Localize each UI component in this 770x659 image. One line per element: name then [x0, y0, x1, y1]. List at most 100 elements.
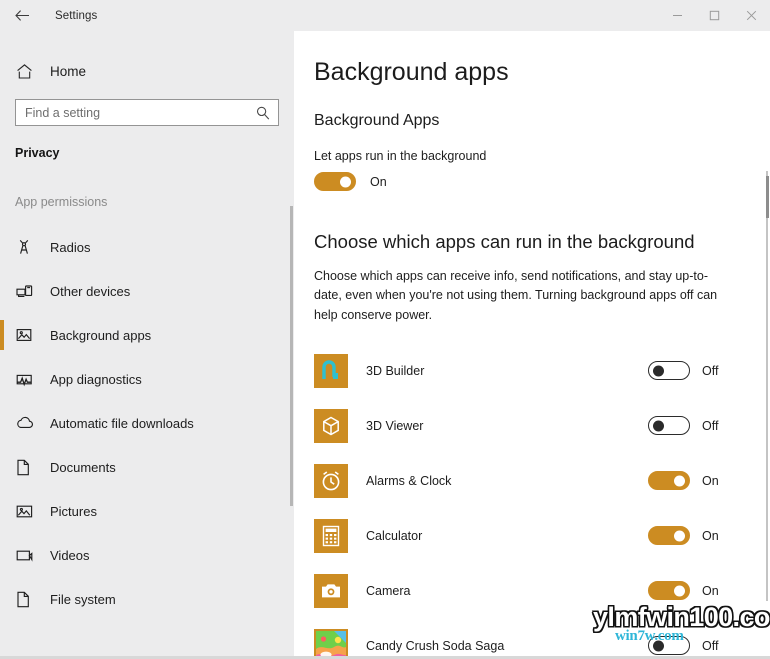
- app-toggle-state: On: [702, 583, 719, 598]
- search-box[interactable]: [15, 99, 279, 126]
- cloud-download-icon: [16, 416, 38, 430]
- alarms-clock-icon: [314, 463, 348, 498]
- window-title: Settings: [55, 9, 98, 22]
- home-label: Home: [50, 63, 87, 79]
- app-toggle-wrap: Off: [648, 361, 728, 381]
- app-toggle-wrap: Off: [648, 416, 728, 436]
- settings-window: Settings Home Find a setting Privacy App…: [0, 0, 770, 659]
- content-scrollbar-track-line: [766, 171, 768, 601]
- choose-apps-description: Choose which apps can receive info, send…: [314, 269, 718, 322]
- app-toggle[interactable]: [648, 581, 690, 601]
- window-controls: [659, 0, 770, 31]
- app-toggle-state: On: [702, 473, 719, 488]
- sidebar-item-file-system[interactable]: File system: [0, 577, 294, 621]
- content-pane: Background apps Background Apps Let apps…: [294, 31, 770, 659]
- app-name: Calculator: [366, 528, 423, 543]
- app-toggle[interactable]: [648, 526, 690, 546]
- sidebar-item-app-diagnostics[interactable]: App diagnostics: [0, 357, 294, 401]
- sidebar-item-background-apps[interactable]: Background apps: [0, 313, 294, 357]
- sidebar-item-label: App diagnostics: [50, 371, 142, 387]
- app-toggle[interactable]: [648, 636, 690, 656]
- sidebar-item-automatic-file-downloads[interactable]: Automatic file downloads: [0, 401, 294, 445]
- master-toggle-state: On: [370, 174, 387, 189]
- document-icon: [16, 459, 38, 476]
- app-toggle-wrap: Off: [648, 636, 728, 656]
- minimize-icon: [672, 10, 683, 21]
- sidebar-scrollbar-thumb[interactable]: [290, 206, 293, 506]
- toggle-knob: [340, 176, 351, 187]
- list-item: Candy Crush Soda Saga Off: [314, 618, 728, 659]
- 3d-builder-icon: [314, 353, 348, 388]
- sidebar-section-label: App permissions: [15, 195, 108, 209]
- sidebar-item-label: Pictures: [50, 503, 97, 519]
- app-toggle[interactable]: [648, 361, 690, 381]
- home-icon: [16, 63, 38, 80]
- back-arrow-icon: [14, 9, 30, 22]
- maximize-icon: [709, 10, 720, 21]
- toggle-knob: [653, 365, 664, 377]
- selection-indicator: [0, 320, 4, 350]
- content-inner: Background apps Background Apps Let apps…: [294, 58, 770, 659]
- sidebar-item-label: Other devices: [50, 283, 131, 299]
- sidebar-item-label: File system: [50, 591, 116, 607]
- radio-tower-icon: [16, 239, 38, 255]
- app-toggle[interactable]: [648, 416, 690, 436]
- back-button[interactable]: [0, 0, 44, 31]
- calculator-icon: [314, 518, 348, 553]
- sidebar-item-home[interactable]: Home: [0, 53, 294, 89]
- search-icon[interactable]: [256, 106, 270, 120]
- close-icon: [746, 10, 757, 21]
- list-item: Camera On: [314, 563, 728, 618]
- sidebar-item-radios[interactable]: Radios: [0, 225, 294, 269]
- candy-crush-soda-saga-icon: [314, 628, 348, 659]
- app-list: 3D Builder Off 3D Viewer Off Alarms & Cl…: [314, 343, 770, 659]
- sidebar-item-other-devices[interactable]: Other devices: [0, 269, 294, 313]
- other-devices-icon: [16, 283, 38, 299]
- list-item: 3D Viewer Off: [314, 398, 728, 453]
- video-icon: [16, 549, 38, 562]
- sidebar-item-pictures[interactable]: Pictures: [0, 489, 294, 533]
- app-toggle[interactable]: [648, 471, 690, 491]
- app-name: 3D Builder: [366, 363, 425, 378]
- maximize-button[interactable]: [696, 0, 733, 31]
- app-toggle-state: Off: [702, 363, 719, 378]
- sidebar-item-videos[interactable]: Videos: [0, 533, 294, 577]
- sidebar: Home Privacy App permissions: [0, 31, 294, 659]
- sidebar-item-documents[interactable]: Documents: [0, 445, 294, 489]
- toggle-knob: [674, 475, 685, 487]
- close-button[interactable]: [733, 0, 770, 31]
- list-item: Alarms & Clock On: [314, 453, 728, 508]
- master-toggle-label: Let apps run in the background: [314, 149, 487, 163]
- title-bar-left: Settings: [0, 0, 97, 31]
- title-bar: Settings: [0, 0, 770, 31]
- app-toggle-state: Off: [702, 638, 719, 653]
- app-name: 3D Viewer: [366, 418, 424, 433]
- app-name: Alarms & Clock: [366, 473, 452, 488]
- background-apps-icon: [16, 327, 38, 343]
- sidebar-item-label: Automatic file downloads: [50, 415, 194, 431]
- list-item: Calculator On: [314, 508, 728, 563]
- app-diagnostics-icon: [16, 371, 38, 387]
- app-toggle-state: On: [702, 528, 719, 543]
- content-scrollbar[interactable]: [764, 31, 770, 659]
- app-toggle-wrap: On: [648, 581, 728, 601]
- sidebar-item-label: Background apps: [50, 327, 152, 343]
- master-toggle-row: On: [314, 172, 770, 191]
- app-name: Camera: [366, 583, 411, 598]
- camera-icon: [314, 573, 348, 608]
- page-title: Background apps: [314, 58, 509, 86]
- file-system-icon: [16, 591, 38, 608]
- pictures-icon: [16, 504, 38, 519]
- sidebar-category-title: Privacy: [15, 146, 60, 160]
- minimize-button[interactable]: [659, 0, 696, 31]
- toggle-knob: [674, 530, 685, 542]
- toggle-knob: [653, 420, 664, 432]
- search-input[interactable]: [16, 100, 278, 125]
- title-bar-drag-area: [97, 0, 659, 31]
- sidebar-nav-list: Radios Other devices Background apps App…: [0, 225, 294, 621]
- master-toggle[interactable]: [314, 172, 356, 191]
- toggle-knob: [653, 640, 664, 652]
- section-heading-background-apps: Background Apps: [314, 112, 440, 129]
- app-toggle-wrap: On: [648, 471, 728, 491]
- content-scrollbar-thumb[interactable]: [766, 176, 769, 218]
